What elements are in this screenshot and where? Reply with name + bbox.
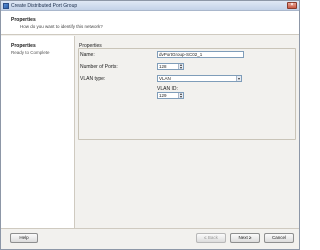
- wizard-footer: Help ≤ Back Next ≥ Cancel: [1, 228, 299, 249]
- ports-stepper[interactable]: 128: [157, 63, 184, 70]
- step-ready-to-complete[interactable]: Ready to Complete: [11, 50, 50, 55]
- back-button[interactable]: ≤ Back: [196, 233, 226, 243]
- chevron-down-icon[interactable]: [236, 76, 241, 81]
- properties-panel: Properties Name: dvPortGroup-SC02_1 Numb…: [76, 36, 299, 228]
- help-button[interactable]: Help: [10, 233, 38, 243]
- name-label: Name:: [80, 52, 95, 58]
- close-icon[interactable]: ×: [287, 2, 297, 9]
- vlan-type-select[interactable]: VLAN: [157, 75, 242, 82]
- ports-value: 128: [159, 64, 167, 69]
- vlan-id-value: 129: [159, 93, 167, 98]
- vlan-id-stepper[interactable]: 129: [157, 92, 184, 99]
- wizard-header: Properties How do you want to identify t…: [1, 11, 299, 35]
- page-subtitle: How do you want to identify this network…: [20, 24, 103, 29]
- wizard-steps: Properties Ready to Complete: [1, 36, 75, 228]
- port-group-icon: [3, 2, 9, 9]
- spinner-arrows-icon[interactable]: [178, 93, 183, 98]
- window-title: Create Distributed Port Group: [11, 2, 78, 9]
- step-properties[interactable]: Properties: [11, 43, 36, 49]
- dialog-window: Create Distributed Port Group × Properti…: [0, 0, 300, 250]
- next-button[interactable]: Next ≥: [230, 233, 260, 243]
- properties-groupbox: [78, 48, 296, 140]
- title-bar: Create Distributed Port Group ×: [1, 1, 299, 11]
- spinner-arrows-icon[interactable]: [178, 64, 183, 69]
- page-title: Properties: [11, 17, 36, 23]
- vlan-type-label: VLAN type:: [80, 76, 106, 82]
- name-input[interactable]: dvPortGroup-SC02_1: [157, 51, 244, 58]
- cancel-button[interactable]: Cancel: [264, 233, 294, 243]
- vlan-type-value: VLAN: [159, 76, 171, 81]
- ports-label: Number of Ports:: [80, 64, 118, 70]
